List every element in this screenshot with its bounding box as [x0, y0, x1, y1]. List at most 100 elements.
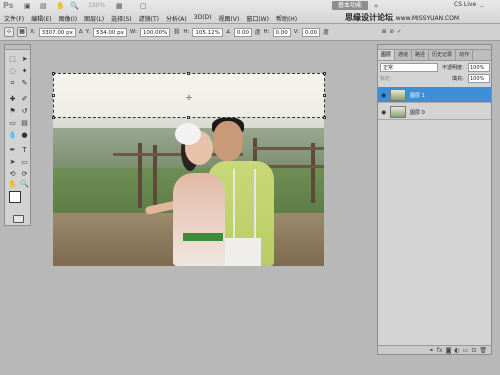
- layer-row[interactable]: ◉ 图层 0: [378, 104, 491, 120]
- transform-handle[interactable]: [187, 116, 190, 119]
- zoom-level[interactable]: 100%: [88, 2, 105, 9]
- hand-tool-icon[interactable]: ✋: [7, 179, 18, 189]
- menu-select[interactable]: 选择(S): [111, 14, 132, 23]
- h-skew-field[interactable]: 0.00: [272, 27, 291, 37]
- transform-handle[interactable]: [52, 94, 55, 97]
- width-field[interactable]: 100.00%: [139, 27, 171, 37]
- link-icon[interactable]: ⛓: [173, 29, 180, 35]
- menu-edit[interactable]: 编辑(E): [31, 14, 51, 23]
- foreground-color-swatch[interactable]: [9, 191, 21, 203]
- transform-handle[interactable]: [52, 72, 55, 75]
- pen-tool-icon[interactable]: ✒: [7, 145, 18, 155]
- fill-field[interactable]: 100%: [468, 74, 490, 83]
- type-tool-icon[interactable]: T: [19, 145, 30, 155]
- layer-name: 图层 0: [410, 110, 425, 116]
- visibility-eye-icon[interactable]: ◉: [381, 92, 386, 99]
- tab-channels[interactable]: 通道: [395, 50, 413, 60]
- fence-post: [311, 143, 315, 203]
- blend-mode-select[interactable]: 正常: [380, 63, 438, 72]
- lock-label: 锁定:: [380, 76, 392, 82]
- eyedropper-icon[interactable]: ✎: [19, 78, 30, 88]
- height-field[interactable]: 105.12%: [192, 27, 223, 37]
- menu-analysis[interactable]: 分析(A): [166, 14, 187, 23]
- move-tool-icon[interactable]: ➤: [19, 54, 30, 64]
- warp-icon[interactable]: ⊞: [382, 29, 387, 35]
- design-icon[interactable]: »: [374, 2, 378, 10]
- tab-history[interactable]: 历史记录: [429, 50, 457, 60]
- color-swatches[interactable]: [9, 191, 27, 209]
- visibility-eye-icon[interactable]: ◉: [381, 109, 386, 116]
- menu-layer[interactable]: 图层(L): [84, 14, 104, 23]
- healing-brush-icon[interactable]: ✚: [7, 94, 18, 104]
- fx-icon[interactable]: fx: [437, 346, 443, 354]
- magic-wand-icon[interactable]: ✦: [19, 66, 30, 76]
- v-skew-field[interactable]: 0.00: [301, 27, 321, 37]
- cancel-icon[interactable]: ⊘: [389, 29, 394, 35]
- path-selection-icon[interactable]: ➤: [7, 157, 18, 167]
- layer-row[interactable]: ◉ 图层 1: [378, 87, 491, 103]
- screen-mode-icon[interactable]: ▢: [140, 2, 147, 10]
- v-skew-label: V:: [293, 29, 299, 35]
- transform-handle[interactable]: [323, 72, 326, 75]
- 3d-camera-icon[interactable]: ⟳: [19, 169, 30, 179]
- commit-icon[interactable]: ✓: [397, 29, 402, 35]
- eraser-tool-icon[interactable]: ▭: [7, 118, 18, 128]
- brush-tool-icon[interactable]: ✐: [19, 94, 30, 104]
- blur-tool-icon[interactable]: 💧: [7, 130, 18, 140]
- shape-tool-icon[interactable]: ▭: [19, 157, 30, 167]
- workspace-button[interactable]: 基本功能: [332, 1, 368, 10]
- reference-point-icon[interactable]: ▦: [17, 27, 27, 37]
- transform-handle[interactable]: [52, 116, 55, 119]
- menu-help[interactable]: 帮助(H): [276, 14, 297, 23]
- quick-mask-icon[interactable]: [13, 215, 24, 223]
- gradient-tool-icon[interactable]: ▤: [19, 118, 30, 128]
- zoom-tool-icon[interactable]: 🔍: [19, 179, 30, 189]
- tab-layers[interactable]: 图层: [378, 50, 396, 60]
- hand-tool-bar-icon[interactable]: ✋: [56, 2, 65, 10]
- history-brush-icon[interactable]: ↺: [19, 106, 30, 116]
- menu-view[interactable]: 视图(V): [219, 14, 240, 23]
- zoom-bar-icon[interactable]: 🔍: [70, 2, 79, 10]
- link-layers-icon[interactable]: ⚭: [429, 346, 434, 354]
- menu-image[interactable]: 图像(I): [59, 14, 77, 23]
- rotation-field[interactable]: 0.00: [233, 27, 252, 37]
- group-icon[interactable]: ▭: [463, 346, 469, 354]
- transform-handle[interactable]: [323, 94, 326, 97]
- y-field[interactable]: 534.00 px: [93, 27, 127, 37]
- trash-icon[interactable]: 🗑: [479, 346, 487, 354]
- tab-paths[interactable]: 路径: [412, 50, 430, 60]
- opacity-field[interactable]: 100%: [468, 63, 490, 72]
- transform-handle[interactable]: [323, 116, 326, 119]
- clone-stamp-icon[interactable]: ⚑: [7, 106, 18, 116]
- lasso-tool-icon[interactable]: ◌: [7, 66, 18, 76]
- panel-tabs: 图层 通道 路径 历史记录 动作: [378, 50, 491, 61]
- minibridge-icon[interactable]: ▤: [40, 2, 47, 10]
- arrange-documents-icon[interactable]: ▦: [116, 2, 123, 10]
- skew-unit: 度: [323, 30, 329, 36]
- 3d-rotate-icon[interactable]: ⟲: [7, 169, 18, 179]
- transform-handle[interactable]: [187, 72, 190, 75]
- reference-point-crosshair-icon[interactable]: ✛: [186, 94, 192, 102]
- crop-tool-icon[interactable]: ⌗: [7, 78, 18, 88]
- menu-filter[interactable]: 滤镜(T): [139, 14, 159, 23]
- new-layer-icon[interactable]: ⊡: [471, 346, 476, 354]
- toolbox-grip[interactable]: [5, 45, 30, 50]
- h-label: H:: [183, 29, 190, 35]
- bridge-icon[interactable]: ▣: [24, 2, 31, 10]
- adjustment-icon[interactable]: ◐: [454, 346, 459, 354]
- marquee-tool-icon[interactable]: ⬚: [7, 54, 18, 64]
- woman-headpiece: [175, 123, 201, 145]
- menu-file[interactable]: 文件(F): [4, 14, 24, 23]
- tab-actions[interactable]: 动作: [456, 50, 474, 60]
- menu-window[interactable]: 窗口(W): [246, 14, 269, 23]
- dodge-tool-icon[interactable]: ●: [19, 130, 30, 140]
- layer-thumbnail: [390, 89, 406, 101]
- cs-live-button[interactable]: CS Live: [454, 1, 476, 8]
- rotate-icon: ∡: [225, 29, 231, 35]
- menu-3d[interactable]: 3D(D): [194, 14, 212, 23]
- x-field[interactable]: 3307.00 px: [38, 27, 76, 37]
- mask-icon[interactable]: ◙: [446, 346, 452, 354]
- transform-tool-icon[interactable]: ⊹: [4, 27, 14, 37]
- minimize-icon[interactable]: –: [480, 2, 484, 10]
- watermark-title: 思缘设计论坛: [345, 13, 393, 22]
